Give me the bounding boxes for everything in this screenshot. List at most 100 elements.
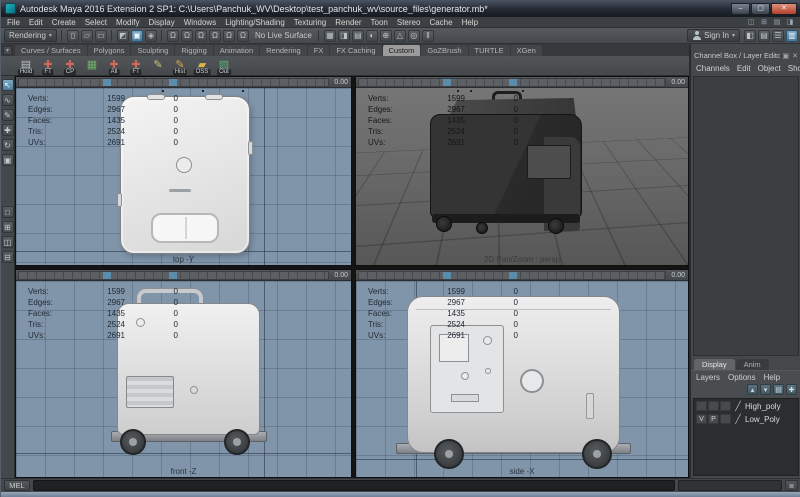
sign-in-button[interactable]: Sign In ▾ [687, 29, 740, 42]
pin-icon[interactable]: ▣ [783, 52, 790, 60]
save-scene-icon[interactable]: ▭ [95, 30, 107, 42]
shelf-all[interactable]: ✚All [105, 57, 123, 75]
toon-outline-icon[interactable]: △ [394, 30, 406, 42]
shelf-checker[interactable]: ▦ [83, 57, 101, 75]
show-timeslider-icon[interactable]: ☰ [772, 30, 784, 42]
menu-file[interactable]: File [7, 18, 20, 27]
menu-set-selector[interactable]: Rendering ▾ [4, 29, 57, 42]
shelf-tab-xgen[interactable]: XGen [511, 45, 542, 56]
pane-toggle-2-icon[interactable]: ⊞ [759, 18, 769, 26]
shelf-pencil[interactable]: ✎ [149, 57, 167, 75]
layer-menu-layers[interactable]: Layers [696, 373, 720, 382]
panel-toolbar-icons[interactable] [358, 271, 666, 280]
menu-stereo[interactable]: Stereo [397, 18, 421, 27]
panel-toolbar-icons[interactable] [358, 78, 666, 87]
shelf-tab-rendering[interactable]: Rendering [260, 45, 307, 56]
menu-render[interactable]: Render [335, 18, 361, 27]
viewport-persp[interactable]: 0.00 Verts [355, 76, 689, 266]
pause-icon[interactable]: ‖ [422, 30, 434, 42]
mel-label[interactable]: MEL [4, 480, 30, 491]
menu-create[interactable]: Create [52, 18, 76, 27]
menu-texturing[interactable]: Texturing [294, 18, 326, 27]
tab-anim[interactable]: Anim [736, 359, 769, 370]
shelf-ft-a[interactable]: ✚FT [39, 57, 57, 75]
panel-toolbar-icons[interactable] [18, 78, 329, 87]
shelf-tab-sculpting[interactable]: Sculpting [131, 45, 174, 56]
channel-box-menu-edit[interactable]: Edit [737, 64, 751, 73]
layer-menu-options[interactable]: Options [728, 373, 756, 382]
menu-cache[interactable]: Cache [429, 18, 452, 27]
layer-playback-toggle[interactable] [708, 401, 719, 411]
shelf-tab-curves-surfaces[interactable]: Curves / Surfaces [15, 45, 87, 56]
minimize-button[interactable]: – [731, 3, 750, 15]
tab-display[interactable]: Display [694, 359, 735, 370]
layer-visibility-toggle[interactable]: V [696, 414, 707, 424]
channel-box-menu-channels[interactable]: Channels [696, 64, 730, 73]
empty-layer-icon[interactable]: ▤ [773, 384, 784, 395]
shelf-ft-b[interactable]: ✚FT [127, 57, 145, 75]
menu-windows[interactable]: Windows [184, 18, 216, 27]
panel-toolbar-front[interactable]: 0.00 [16, 270, 351, 281]
menu-select[interactable]: Select [85, 18, 107, 27]
select-hierarchy-icon[interactable]: ◩ [117, 30, 129, 42]
shelf-out[interactable]: ▧Out [215, 57, 233, 75]
new-scene-icon[interactable]: ▯ [67, 30, 79, 42]
snap-point-icon[interactable]: Ω [195, 30, 207, 42]
command-input[interactable] [33, 480, 675, 491]
render-view-icon[interactable]: ▦ [324, 30, 336, 42]
move-layer-down-icon[interactable]: ▾ [760, 384, 771, 395]
shelf-tab-fx-caching[interactable]: FX Caching [330, 45, 381, 56]
viewport-side[interactable]: 0.00 [355, 269, 689, 478]
shelf-tab-polygons[interactable]: Polygons [88, 45, 131, 56]
ipr-render-icon[interactable]: ◨ [338, 30, 350, 42]
shelf-cp[interactable]: ✚CP [61, 57, 79, 75]
shelf-menu-icon[interactable]: ▾ [3, 46, 12, 55]
snap-plane-icon[interactable]: Ω [209, 30, 221, 42]
select-component-icon[interactable]: ◈ [145, 30, 157, 42]
paint-select-tool[interactable]: ✎ [2, 109, 14, 121]
select-tool[interactable]: ↖ [2, 79, 14, 91]
layout-persp-outliner[interactable]: ◫ [2, 236, 14, 248]
viewport-front[interactable]: 0.00 Verts:15990Edges:29670Faces:14350Tr… [15, 269, 352, 478]
shelf-tab-custom[interactable]: Custom [383, 45, 421, 56]
shelf-hold[interactable]: ▤Hold [17, 57, 35, 75]
viewport-side-view[interactable]: Verts:15990Edges:29670Faces:14350Tris:25… [356, 281, 688, 477]
maximize-button[interactable]: ▢ [751, 3, 770, 15]
move-tool[interactable]: ✚ [2, 124, 14, 136]
paint-effects-icon[interactable]: ⊕ [380, 30, 392, 42]
make-live-icon[interactable]: Ω [237, 30, 249, 42]
layer-menu-help[interactable]: Help [764, 373, 780, 382]
open-scene-icon[interactable]: ▱ [81, 30, 93, 42]
rotate-tool[interactable]: ↻ [2, 139, 14, 151]
snap-curve-icon[interactable]: Ω [181, 30, 193, 42]
channel-box-menu-show[interactable]: Show [788, 64, 800, 73]
shelf-hist[interactable]: ✎Hist [171, 57, 189, 75]
layer-display-toggle[interactable] [720, 414, 731, 424]
scale-tool[interactable]: ▣ [2, 154, 14, 166]
menu-display[interactable]: Display [149, 18, 175, 27]
title-bar[interactable]: Autodesk Maya 2016 Extension 2 SP1: C:\U… [1, 0, 800, 17]
layout-single-persp[interactable]: □ [2, 206, 14, 218]
panel-toolbar-top[interactable]: 0.00 [16, 77, 351, 88]
panel-toolbar-persp[interactable]: 0.00 [356, 77, 688, 88]
layer-visibility-toggle[interactable] [696, 401, 707, 411]
show-channelbox-icon[interactable]: ▥ [786, 30, 798, 42]
layout-split-horizontal[interactable]: ⊟ [2, 251, 14, 263]
lasso-tool[interactable]: ∿ [2, 94, 14, 106]
viewport-top-view[interactable]: Verts:15990Edges:29670Faces:14350Tris:25… [16, 88, 351, 265]
viewport-front-view[interactable]: Verts:15990Edges:29670Faces:14350Tris:25… [16, 281, 351, 477]
pane-toggle-4-icon[interactable]: ◨ [785, 18, 795, 26]
move-layer-up-icon[interactable]: ▴ [747, 384, 758, 395]
layer-playback-toggle[interactable]: P [708, 414, 719, 424]
viewport-persp-view[interactable]: Verts:15990Edges:29670Faces:14350Tris:25… [356, 88, 688, 265]
show-shelf-icon[interactable]: ▤ [758, 30, 770, 42]
menu-lighting-shading[interactable]: Lighting/Shading [225, 18, 285, 27]
show-statusline-icon[interactable]: ◧ [744, 30, 756, 42]
panel-toolbar-side[interactable]: 0.00 [356, 270, 688, 281]
display-rgb-icon[interactable]: ◐ [366, 30, 378, 42]
snap-grid-icon[interactable]: Ω [167, 30, 179, 42]
construction-history-icon[interactable]: ◎ [408, 30, 420, 42]
render-settings-icon[interactable]: ▤ [352, 30, 364, 42]
shelf-tab-turtle[interactable]: TURTLE [469, 45, 510, 56]
shelf-tab-rigging[interactable]: Rigging [175, 45, 212, 56]
